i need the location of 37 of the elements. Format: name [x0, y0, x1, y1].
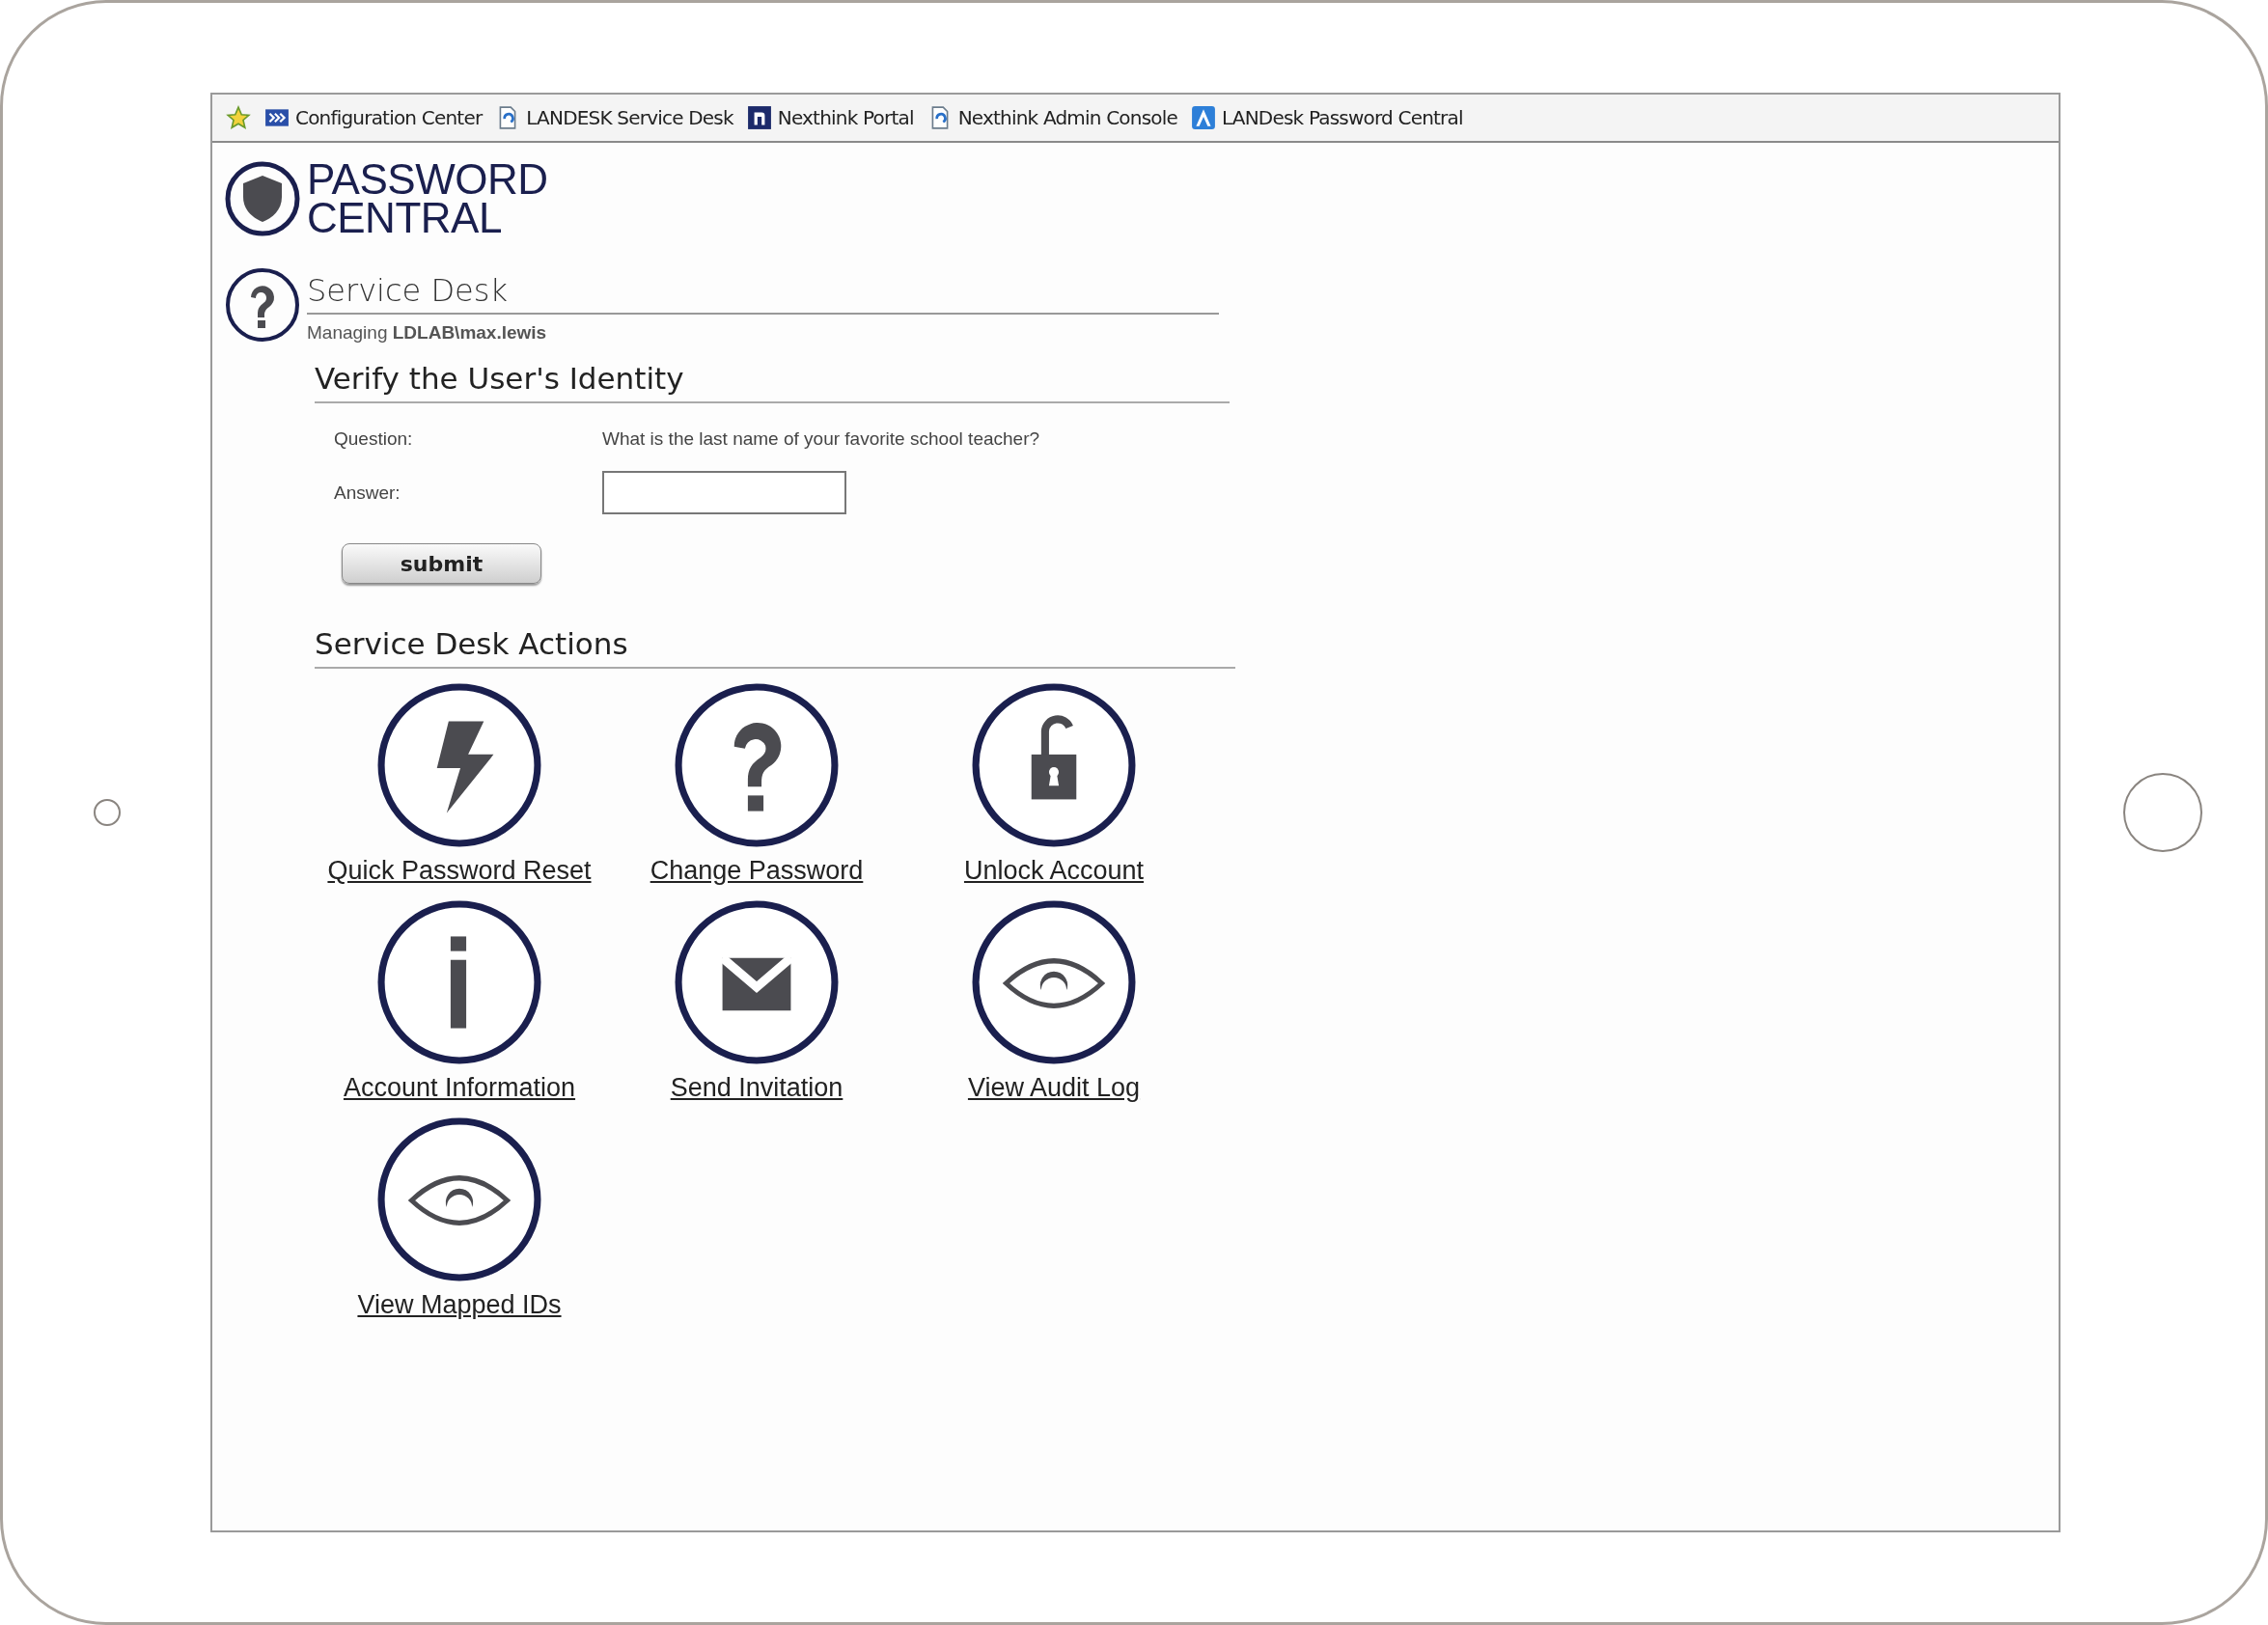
action-link[interactable]: Account Information	[343, 1073, 576, 1103]
eye-icon[interactable]	[971, 899, 1137, 1065]
lightning-icon[interactable]	[376, 682, 542, 848]
action-link[interactable]: Change Password	[650, 856, 864, 886]
question-icon	[224, 266, 301, 344]
action-link[interactable]: Quick Password Reset	[327, 856, 592, 886]
logo-text: PASSWORD	[307, 160, 548, 199]
bookmark-link[interactable]: LANDesk Password Central	[1222, 106, 1463, 129]
logo-text: CENTRAL	[307, 199, 502, 237]
action-link[interactable]: Unlock Account	[963, 856, 1145, 886]
action-link[interactable]: View Audit Log	[967, 1073, 1141, 1103]
bookmark-link[interactable]: Nexthink Admin Console	[957, 106, 1177, 129]
bookmark-link[interactable]: Configuration Center	[295, 106, 483, 129]
info-icon[interactable]	[376, 899, 542, 1065]
padlock-icon[interactable]	[971, 682, 1137, 848]
submit-button[interactable]: submit	[342, 543, 541, 584]
managing-text: Managing LDLAB\max.lewis	[307, 322, 547, 344]
section-title: Service Desk	[307, 272, 508, 309]
action-link[interactable]: Send Invitation	[670, 1073, 844, 1103]
question-label: Question:	[334, 428, 414, 450]
question-text: What is the last name of your favorite school teacher?	[602, 428, 1041, 450]
eye-icon[interactable]	[376, 1116, 542, 1282]
camera-dot	[93, 799, 121, 826]
shield-logo-icon	[224, 160, 301, 237]
app-logo-icon	[746, 105, 772, 130]
action-link[interactable]: View Mapped IDs	[357, 1290, 562, 1320]
question-icon[interactable]	[674, 682, 840, 848]
section-heading: Verify the User's Identity	[315, 361, 684, 396]
envelope-icon[interactable]	[674, 899, 840, 1065]
app-logo-icon	[1191, 105, 1216, 130]
bookmark-link[interactable]: Nexthink Portal	[777, 106, 914, 129]
star-icon[interactable]	[226, 105, 251, 130]
bookmark-link[interactable]: LANDESK Service Desk	[526, 106, 733, 129]
answer-field[interactable]	[602, 471, 846, 514]
section-heading: Service Desk Actions	[315, 626, 628, 661]
answer-label: Answer:	[334, 482, 401, 504]
home-button[interactable]	[2123, 773, 2202, 852]
